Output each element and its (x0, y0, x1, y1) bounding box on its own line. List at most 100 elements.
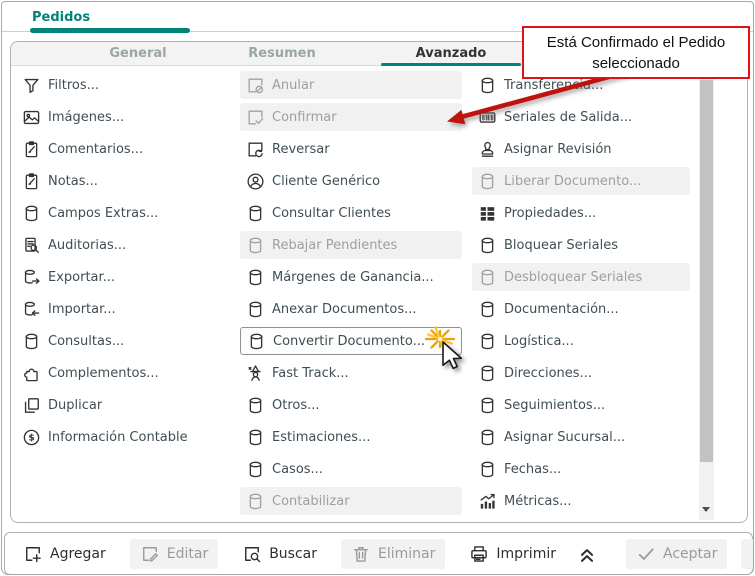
menu-item-auditorias[interactable]: Auditorias... (16, 231, 236, 259)
menu-item-complementos[interactable]: Complementos... (16, 359, 236, 387)
advanced-options-panel: General Resumen Avanzado Filtros... Imágene… (10, 41, 748, 523)
grid-icon (478, 204, 497, 223)
menu-item-label: Anular (272, 77, 315, 93)
scrollbar-thumb[interactable] (700, 80, 713, 462)
tab-general[interactable]: General (68, 42, 208, 66)
database-icon (246, 396, 265, 415)
menu-item-consultar-clientes[interactable]: Consultar Clientes (240, 199, 462, 227)
database-icon (246, 460, 265, 479)
menu-item-documentacion[interactable]: Documentación... (472, 295, 690, 323)
menu-item-label: Convertir Documento... (273, 333, 425, 349)
bottom-toolbar: Agregar Editar Buscar Eliminar Imprimir Acept… (4, 532, 753, 574)
menu-item-label: Logística... (504, 333, 574, 349)
menu-item-label: Rebajar Pendientes (272, 237, 398, 253)
printer-icon (469, 544, 489, 564)
menu-item-reversar[interactable]: Reversar (240, 135, 462, 163)
eliminar-button: Eliminar (341, 538, 446, 569)
menu-item-direcciones[interactable]: Direcciones... (472, 359, 690, 387)
database-icon (478, 300, 497, 319)
buscar-button[interactable]: Buscar (232, 539, 327, 569)
search-square-icon (242, 544, 262, 564)
aceptar-button[interactable]: Aceptar (625, 538, 728, 569)
menu-item-label: Reversar (272, 141, 330, 157)
database-icon (478, 364, 497, 383)
menu-item-estimaciones[interactable]: Estimaciones... (240, 423, 462, 451)
copy-icon (22, 396, 41, 415)
menu-item-notas[interactable]: Notas... (16, 167, 236, 195)
edit-square-icon (140, 544, 160, 564)
menu-item-informacion-contable[interactable]: $ Información Contable (16, 423, 236, 451)
check-icon (636, 544, 656, 564)
menu-item-metricas[interactable]: Métricas... (472, 487, 690, 515)
doc-refresh-icon (246, 140, 265, 159)
menu-item-casos[interactable]: Casos... (240, 455, 462, 483)
menu-item-imagenes[interactable]: Imágenes... (16, 103, 236, 131)
menu-item-label: Direcciones... (504, 365, 592, 381)
menu-item-importar[interactable]: Importar... (16, 295, 236, 323)
editar-button: Editar (129, 538, 219, 569)
menu-item-propiedades[interactable]: Propiedades... (472, 199, 690, 227)
wizard-icon (246, 364, 265, 383)
menu-item-seriales-de-salida[interactable]: Seriales de Salida... (472, 103, 690, 131)
menu-item-margenes-de-ganancia[interactable]: Márgenes de Ganancia... (240, 263, 462, 291)
menu-item-campos-extras[interactable]: Campos Extras... (16, 199, 236, 227)
menu-item-label: Otros... (272, 397, 320, 413)
scroll-down-arrow-icon[interactable] (702, 507, 710, 512)
menu-item-label: Documentación... (504, 301, 619, 317)
trash-icon (351, 544, 371, 564)
menu-item-bloquear-seriales[interactable]: Bloquear Seriales (472, 231, 690, 259)
barcode-icon (478, 108, 497, 127)
cancelar-button[interactable]: Cancelar (741, 538, 753, 569)
menu-item-otros[interactable]: Otros... (240, 391, 462, 419)
menu-item-label: Bloquear Seriales (504, 237, 618, 253)
menu-item-label: Propiedades... (504, 205, 597, 221)
stamp-icon (478, 140, 497, 159)
menu-item-label: Filtros... (48, 77, 100, 93)
imprimir-button[interactable]: Imprimir (459, 539, 566, 569)
filter-icon (22, 76, 41, 95)
audit-icon (22, 236, 41, 255)
window-tab-pedidos[interactable]: Pedidos (32, 10, 90, 25)
menu-item-asignar-revision[interactable]: Asignar Revisión (472, 135, 690, 163)
toolbar-button-label: Aceptar (662, 545, 718, 562)
database-icon (246, 300, 265, 319)
menu-item-exportar[interactable]: Exportar... (16, 263, 236, 291)
menu-item-fast-track[interactable]: Fast Track... (240, 359, 462, 387)
menu-item-logistica[interactable]: Logística... (472, 327, 690, 355)
menu-item-label: Duplicar (48, 397, 103, 413)
agregar-button[interactable]: Agregar (13, 539, 116, 569)
menu-item-label: Exportar... (48, 269, 116, 285)
menu-item-rebajar-pendientes: Rebajar Pendientes (240, 231, 462, 259)
menu-item-duplicar[interactable]: Duplicar (16, 391, 236, 419)
menu-item-cliente-generico[interactable]: Cliente Genérico (240, 167, 462, 195)
chart-icon (478, 492, 497, 511)
dollar-circle-icon: $ (22, 428, 41, 447)
menu-item-seguimientos[interactable]: Seguimientos... (472, 391, 690, 419)
menu-item-label: Seguimientos... (504, 397, 606, 413)
menu-item-liberar-documento: Liberar Documento... (472, 167, 690, 195)
menu-item-label: Métricas... (504, 493, 572, 509)
menu-item-filtros[interactable]: Filtros... (16, 71, 236, 99)
menu-item-consultas[interactable]: Consultas... (16, 327, 236, 355)
menu-item-convertir-documento[interactable]: Convertir Documento... (240, 327, 462, 355)
database-icon (478, 172, 497, 191)
menu-item-label: Imágenes... (48, 109, 125, 125)
database-icon (478, 268, 497, 287)
menu-item-label: Confirmar (272, 109, 337, 125)
database-icon (478, 76, 497, 95)
menu-item-label: Consultar Clientes (272, 205, 391, 221)
menu-item-comentarios[interactable]: Comentarios... (16, 135, 236, 163)
database-icon (247, 332, 266, 351)
tab-avanzado[interactable]: Avanzado (381, 42, 521, 66)
toolbar-button-label: Editar (166, 545, 209, 562)
database-icon (478, 428, 497, 447)
menu-item-label: Complementos... (48, 365, 159, 381)
scrollbar[interactable] (699, 68, 714, 520)
menu-item-anexar-documentos[interactable]: Anexar Documentos... (240, 295, 462, 323)
tab-resumen[interactable]: Resumen (212, 42, 352, 66)
menu-item-fechas[interactable]: Fechas... (472, 455, 690, 483)
database-icon (22, 204, 41, 223)
clipboard-edit-icon (22, 172, 41, 191)
collapse-toolbar-button[interactable] (576, 543, 598, 565)
menu-item-asignar-sucursal[interactable]: Asignar Sucursal... (472, 423, 690, 451)
